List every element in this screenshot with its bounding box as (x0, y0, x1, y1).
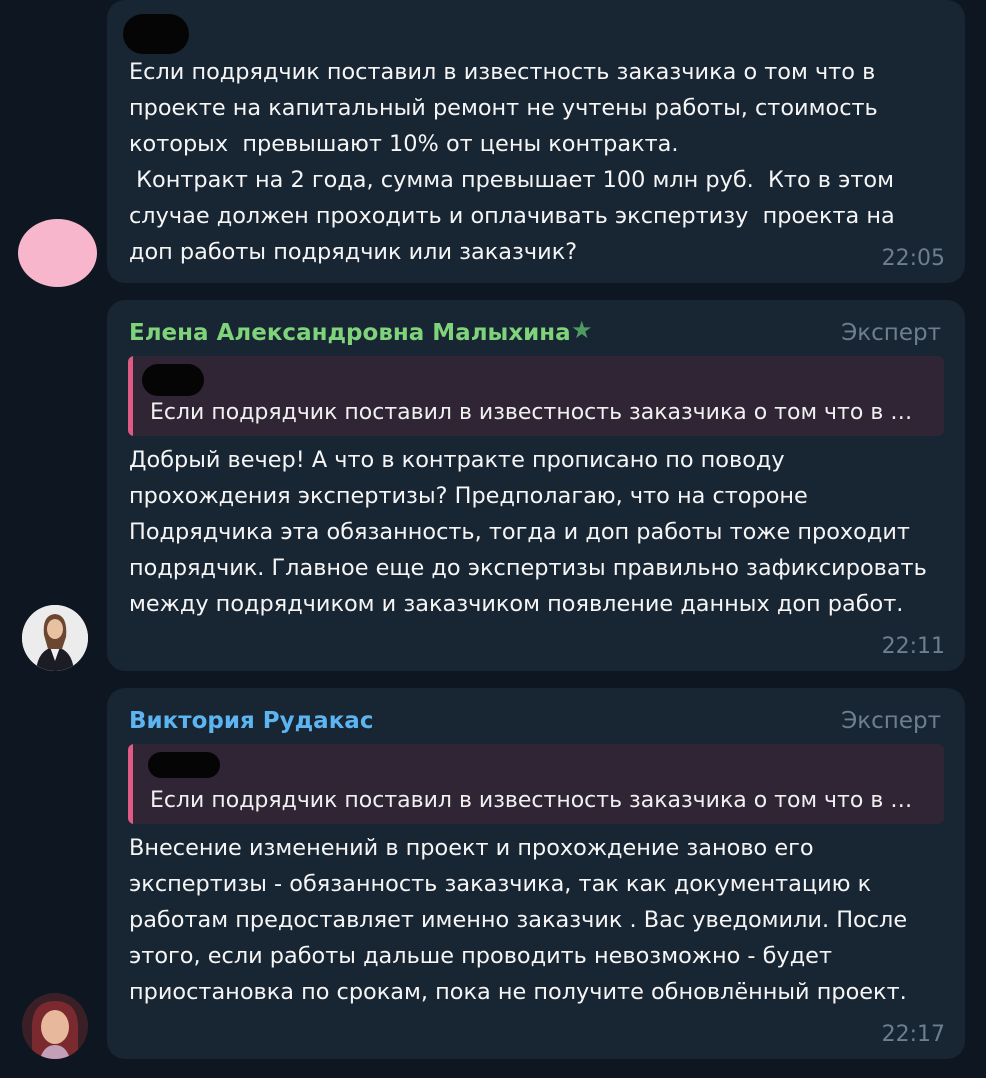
expert-badge: Эксперт (841, 320, 941, 346)
viktoria-avatar[interactable] (22, 993, 88, 1059)
sender-name[interactable]: Виктория Рудакас (129, 708, 373, 734)
expert-badge: Эксперт (841, 708, 941, 734)
message-time: 22:11 (881, 634, 945, 659)
reply-quote[interactable]: Если подрядчик поставил в известность за… (128, 356, 944, 436)
message-time: 22:05 (881, 246, 945, 271)
reply-bar (128, 356, 133, 436)
reply-text: Если подрядчик поставил в известность за… (150, 400, 926, 425)
reply-bar (128, 744, 133, 824)
message-text: Если подрядчик поставил в известность за… (129, 59, 895, 265)
message-time: 22:17 (881, 1022, 945, 1047)
reply-text: Если подрядчик поставил в известность за… (150, 788, 926, 813)
reply-quote[interactable]: Если подрядчик поставил в известность за… (128, 744, 944, 824)
redacted-reply-name (148, 752, 220, 778)
redacted-reply-name (142, 364, 204, 396)
redacted-sender-name (123, 14, 189, 54)
user-avatar[interactable] (18, 219, 97, 287)
message-text: Добрый вечер! А что в контракте прописан… (129, 447, 934, 617)
star-icon: ★ (571, 316, 593, 344)
sender-name[interactable]: Елена Александровна Малыхина (129, 320, 571, 346)
message-bubble[interactable]: Елена Александровна Малыхина ★ Эксперт Е… (107, 300, 965, 671)
message-bubble[interactable]: Виктория Рудакас Эксперт Если подрядчик … (107, 688, 965, 1059)
message-bubble[interactable]: Если подрядчик поставил в известность за… (107, 0, 965, 283)
elena-avatar[interactable] (22, 605, 88, 671)
message-text: Внесение изменений в проект и прохождени… (129, 835, 915, 1005)
